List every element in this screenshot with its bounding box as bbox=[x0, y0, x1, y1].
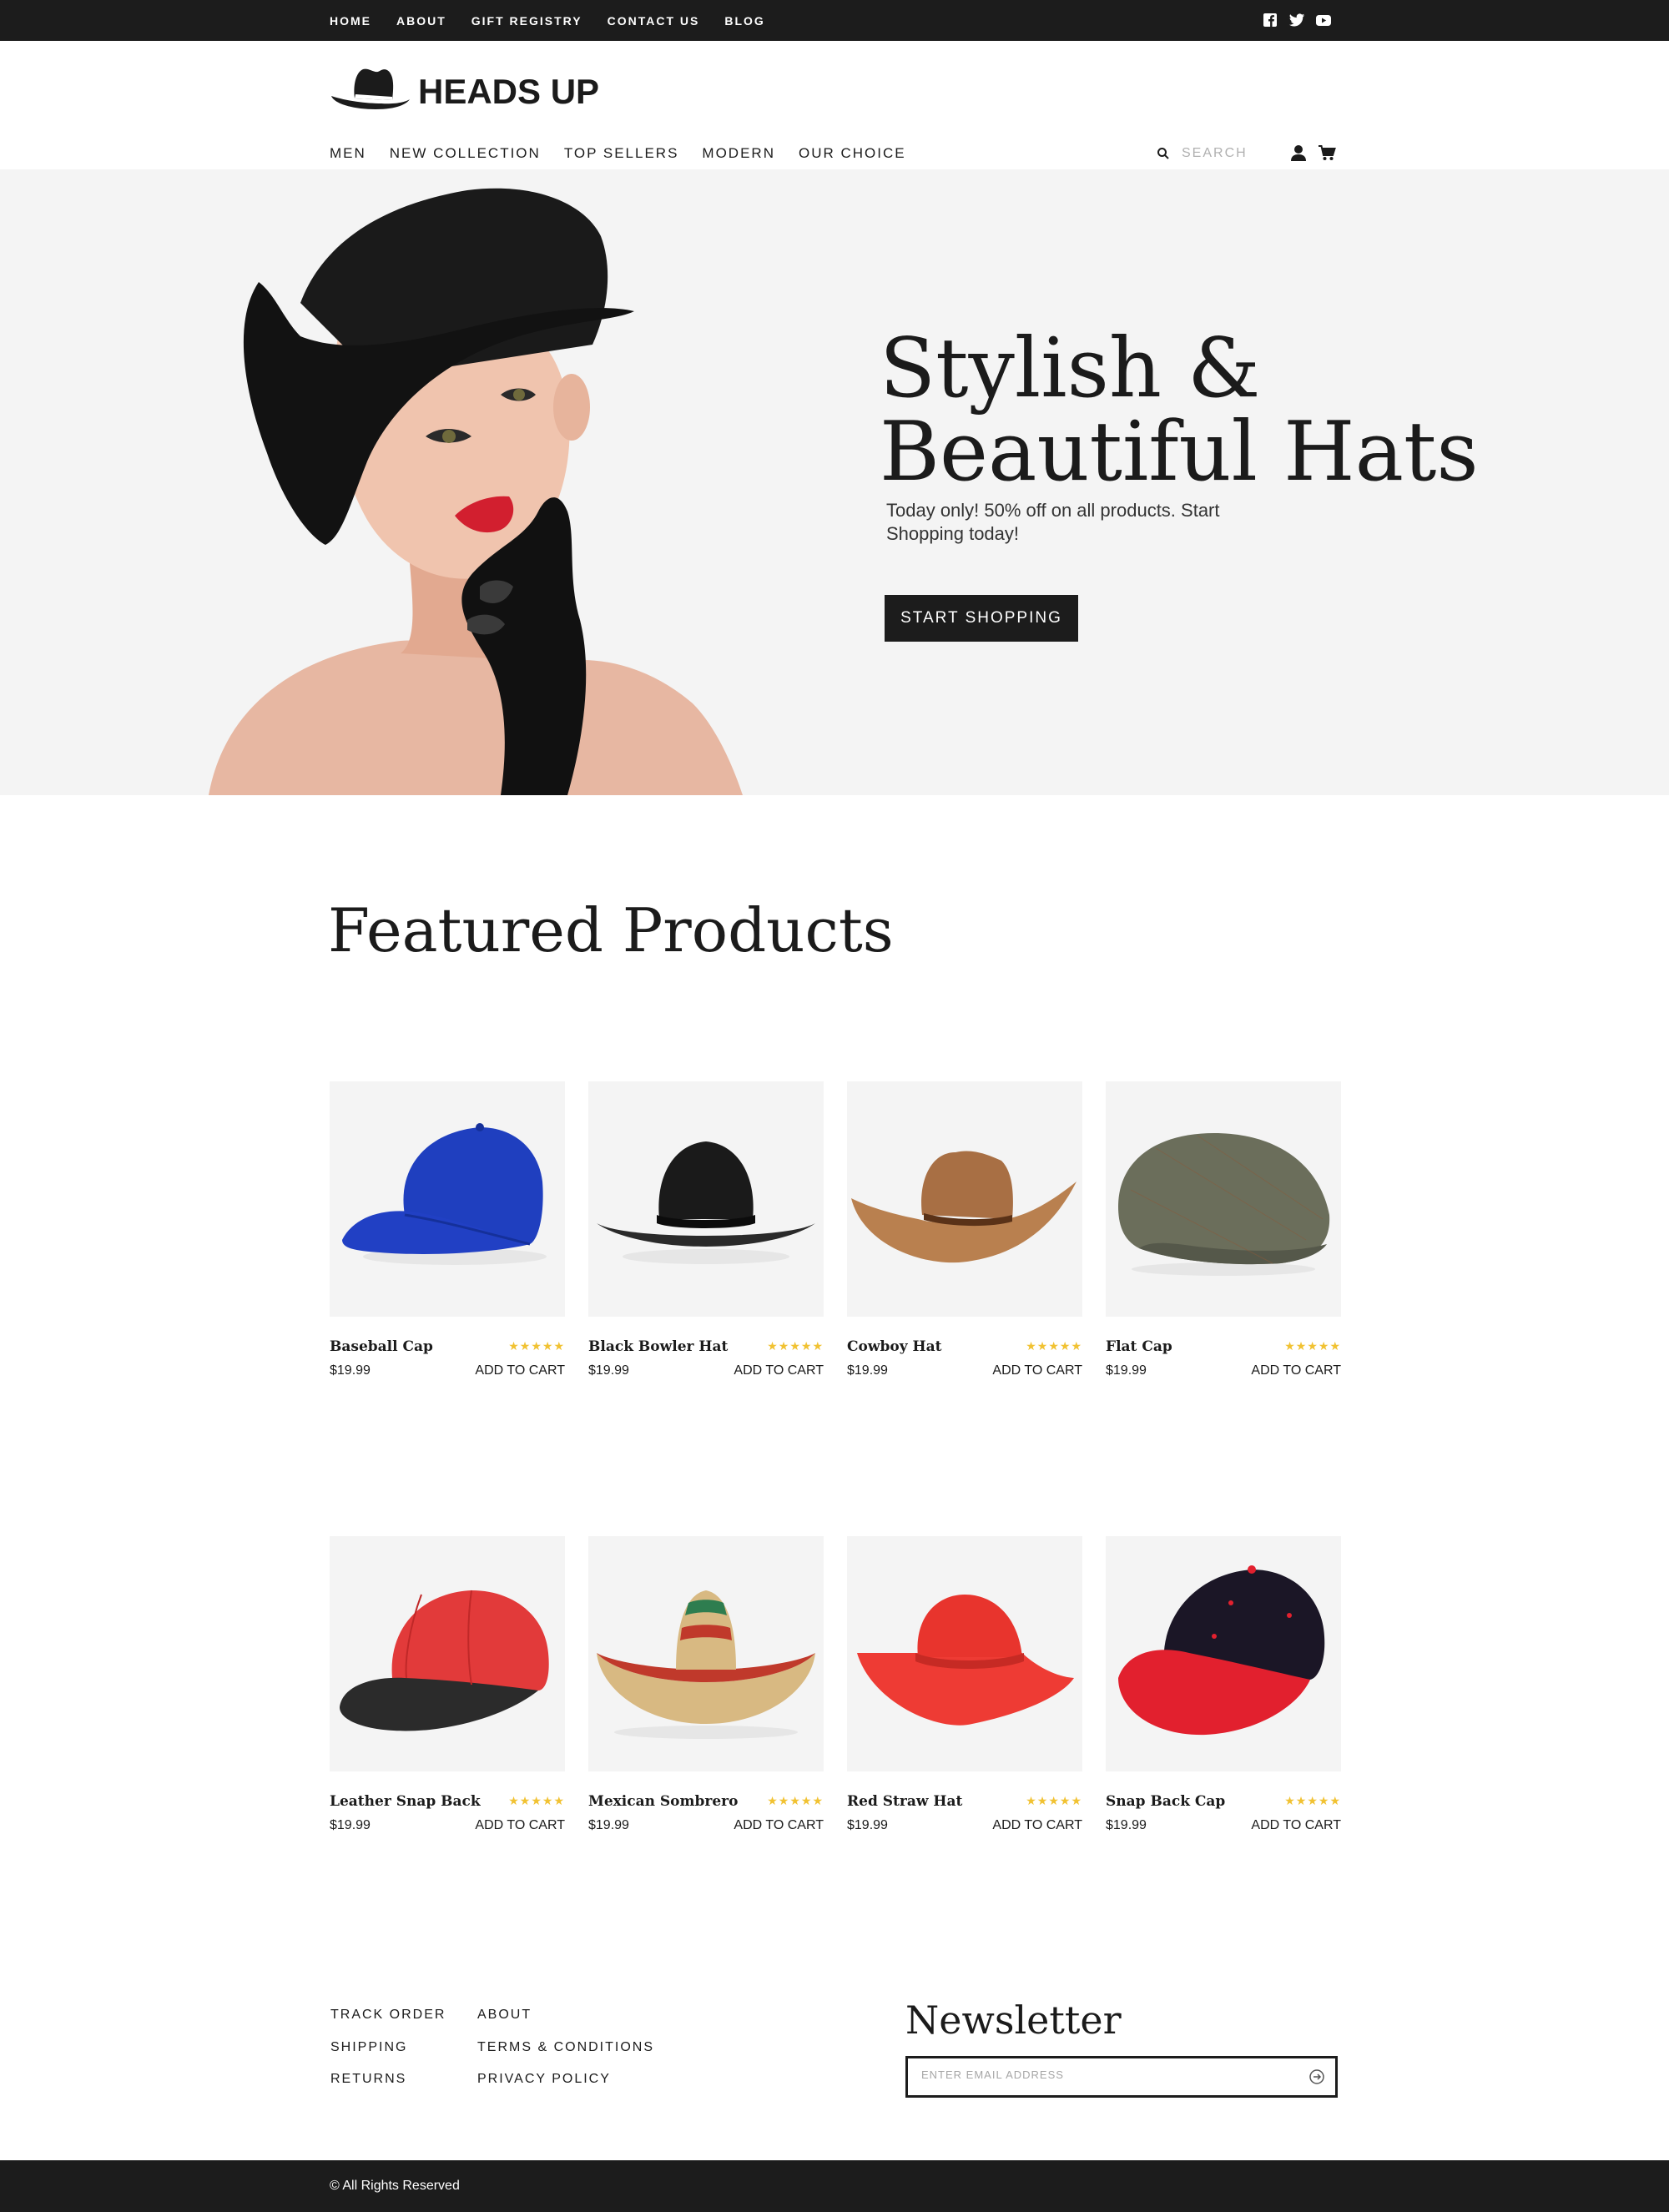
footer-links-col-2: ABOUT TERMS & CONDITIONS PRIVACY POLICY bbox=[477, 2008, 654, 2104]
hat-logo-icon bbox=[331, 68, 410, 109]
nav-new-collection[interactable]: NEW COLLECTION bbox=[390, 145, 541, 162]
product-name[interactable]: Flat Cap bbox=[1106, 1338, 1172, 1355]
rating-stars: ★★★★★ bbox=[767, 1339, 824, 1353]
product-card[interactable]: Snap Back Cap ★★★★★ $19.99 ADD TO CART bbox=[1106, 1536, 1341, 1832]
nav-men[interactable]: MEN bbox=[330, 145, 366, 162]
add-to-cart-button[interactable]: ADD TO CART bbox=[475, 1818, 565, 1833]
footer-link-track-order[interactable]: TRACK ORDER bbox=[330, 2008, 446, 2040]
social-links bbox=[1262, 12, 1342, 28]
product-price: $19.99 bbox=[588, 1818, 629, 1832]
newsletter-title: Newsletter bbox=[905, 1998, 1122, 2043]
product-name[interactable]: Red Straw Hat bbox=[847, 1793, 962, 1810]
footer-link-returns[interactable]: RETURNS bbox=[330, 2072, 446, 2104]
search-icon[interactable] bbox=[1157, 147, 1170, 160]
product-price: $19.99 bbox=[588, 1363, 629, 1378]
nav-modern[interactable]: MODERN bbox=[702, 145, 775, 162]
rating-stars: ★★★★★ bbox=[1026, 1339, 1082, 1353]
product-price: $19.99 bbox=[330, 1818, 371, 1832]
nav-top-sellers[interactable]: TOP SELLERS bbox=[564, 145, 679, 162]
product-image-cowboy-hat[interactable] bbox=[847, 1081, 1082, 1317]
footer-links-col-1: TRACK ORDER SHIPPING RETURNS bbox=[330, 2008, 446, 2104]
top-nav-blog[interactable]: BLOG bbox=[724, 14, 764, 28]
add-to-cart-button[interactable]: ADD TO CART bbox=[1251, 1363, 1341, 1378]
product-price: $19.99 bbox=[847, 1363, 888, 1378]
product-name[interactable]: Leather Snap Back bbox=[330, 1793, 481, 1810]
product-card[interactable]: Red Straw Hat ★★★★★ $19.99 ADD TO CART bbox=[847, 1536, 1082, 1832]
product-card[interactable]: Leather Snap Back ★★★★★ $19.99 ADD TO CA… bbox=[330, 1536, 565, 1832]
featured-products-title: Featured Products bbox=[328, 895, 894, 965]
nav-our-choice[interactable]: OUR CHOICE bbox=[799, 145, 906, 162]
youtube-icon[interactable] bbox=[1315, 12, 1332, 28]
cart-icon[interactable] bbox=[1318, 144, 1336, 162]
bottom-bar: © All Rights Reserved bbox=[0, 2160, 1669, 2212]
logo-text: HEADS UP bbox=[418, 72, 600, 111]
footer-link-shipping[interactable]: SHIPPING bbox=[330, 2040, 446, 2073]
arrow-submit-icon[interactable] bbox=[1308, 2068, 1325, 2085]
rating-stars: ★★★★★ bbox=[508, 1794, 565, 1807]
product-price: $19.99 bbox=[1106, 1818, 1147, 1832]
twitter-icon[interactable] bbox=[1288, 12, 1305, 28]
search-box bbox=[1157, 142, 1290, 165]
product-card[interactable]: Cowboy Hat ★★★★★ $19.99 ADD TO CART bbox=[847, 1081, 1082, 1378]
rating-stars: ★★★★★ bbox=[767, 1794, 824, 1807]
product-image-black-bowler-hat[interactable] bbox=[588, 1081, 824, 1317]
rating-stars: ★★★★★ bbox=[1284, 1339, 1341, 1353]
product-image-flat-cap[interactable] bbox=[1106, 1081, 1341, 1317]
footer-link-about[interactable]: ABOUT bbox=[477, 2008, 654, 2040]
hero-title: Stylish & Beautiful Hats bbox=[880, 327, 1479, 494]
product-card[interactable]: Baseball Cap ★★★★★ $19.99 ADD TO CART bbox=[330, 1081, 565, 1378]
add-to-cart-button[interactable]: ADD TO CART bbox=[992, 1363, 1082, 1378]
facebook-icon[interactable] bbox=[1262, 12, 1278, 28]
top-nav-home[interactable]: HOME bbox=[330, 14, 371, 28]
product-name[interactable]: Baseball Cap bbox=[330, 1338, 433, 1355]
product-price: $19.99 bbox=[330, 1363, 371, 1378]
copyright-text: © All Rights Reserved bbox=[330, 2179, 460, 2193]
product-image-snap-back-cap[interactable] bbox=[1106, 1536, 1341, 1771]
product-image-baseball-cap[interactable] bbox=[330, 1081, 565, 1317]
product-price: $19.99 bbox=[1106, 1363, 1147, 1378]
header-icons bbox=[1289, 144, 1346, 162]
newsletter-form bbox=[905, 2056, 1338, 2098]
rating-stars: ★★★★★ bbox=[508, 1339, 565, 1353]
hero-title-line-2: Beautiful Hats bbox=[880, 405, 1479, 500]
main-nav: MEN NEW COLLECTION TOP SELLERS MODERN OU… bbox=[330, 142, 930, 165]
hero-banner: Stylish & Beautiful Hats Today only! 50%… bbox=[0, 169, 1669, 795]
add-to-cart-button[interactable]: ADD TO CART bbox=[1251, 1818, 1341, 1833]
product-name[interactable]: Cowboy Hat bbox=[847, 1338, 941, 1355]
hero-title-line-1: Stylish & bbox=[880, 321, 1261, 416]
product-card[interactable]: Mexican Sombrero ★★★★★ $19.99 ADD TO CAR… bbox=[588, 1536, 824, 1832]
top-bar: HOME ABOUT GIFT REGISTRY CONTACT US BLOG bbox=[0, 0, 1669, 41]
site-logo[interactable]: HEADS UP bbox=[330, 61, 605, 123]
add-to-cart-button[interactable]: ADD TO CART bbox=[992, 1818, 1082, 1833]
add-to-cart-button[interactable]: ADD TO CART bbox=[734, 1818, 824, 1833]
product-card[interactable]: Black Bowler Hat ★★★★★ $19.99 ADD TO CAR… bbox=[588, 1081, 824, 1378]
rating-stars: ★★★★★ bbox=[1284, 1794, 1341, 1807]
search-input[interactable] bbox=[1182, 146, 1282, 161]
newsletter-email-input[interactable] bbox=[921, 2068, 1288, 2081]
product-name[interactable]: Mexican Sombrero bbox=[588, 1793, 738, 1810]
product-name[interactable]: Snap Back Cap bbox=[1106, 1793, 1225, 1810]
product-image-leather-snap-back[interactable] bbox=[330, 1536, 565, 1771]
product-price: $19.99 bbox=[847, 1818, 888, 1832]
footer-link-privacy[interactable]: PRIVACY POLICY bbox=[477, 2072, 654, 2104]
footer-link-terms[interactable]: TERMS & CONDITIONS bbox=[477, 2040, 654, 2073]
add-to-cart-button[interactable]: ADD TO CART bbox=[475, 1363, 565, 1378]
start-shopping-button[interactable]: START SHOPPING bbox=[885, 595, 1078, 642]
product-image-red-straw-hat[interactable] bbox=[847, 1536, 1082, 1771]
user-icon[interactable] bbox=[1289, 144, 1308, 162]
top-nav-contact-us[interactable]: CONTACT US bbox=[608, 14, 700, 28]
top-nav-gift-registry[interactable]: GIFT REGISTRY bbox=[471, 14, 582, 28]
product-name[interactable]: Black Bowler Hat bbox=[588, 1338, 728, 1355]
top-nav-about[interactable]: ABOUT bbox=[396, 14, 446, 28]
product-card[interactable]: Flat Cap ★★★★★ $19.99 ADD TO CART bbox=[1106, 1081, 1341, 1378]
top-nav: HOME ABOUT GIFT REGISTRY CONTACT US BLOG bbox=[330, 0, 790, 41]
product-image-mexican-sombrero[interactable] bbox=[588, 1536, 824, 1771]
add-to-cart-button[interactable]: ADD TO CART bbox=[734, 1363, 824, 1378]
rating-stars: ★★★★★ bbox=[1026, 1794, 1082, 1807]
hero-subtitle: Today only! 50% off on all products. Sta… bbox=[886, 500, 1220, 544]
hero-model-image bbox=[209, 188, 743, 795]
